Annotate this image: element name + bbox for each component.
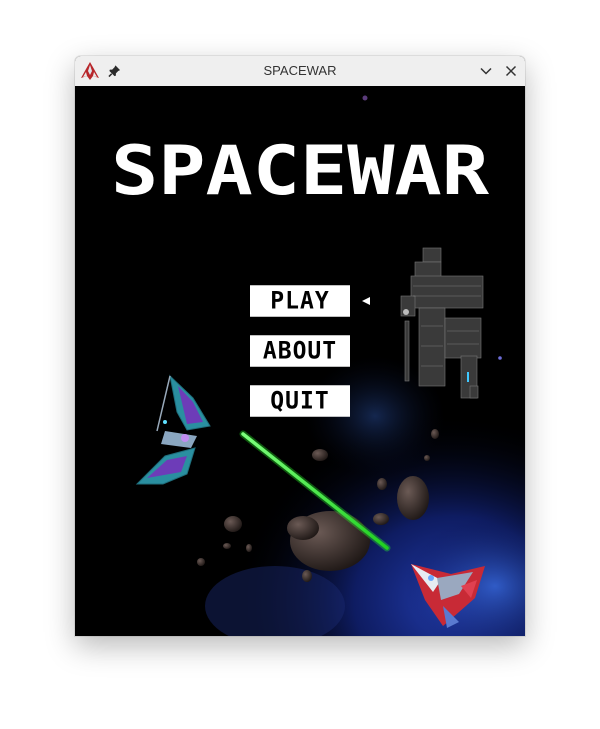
game-title-text: SPACEWAR <box>111 132 489 208</box>
play-button[interactable]: PLAY <box>250 285 350 317</box>
window-title: SPACEWAR <box>263 63 337 78</box>
about-button[interactable]: ABOUT <box>250 335 350 367</box>
quit-button[interactable]: QUIT <box>250 385 350 417</box>
chevron-down-icon[interactable] <box>479 64 493 78</box>
triangle-left-icon <box>362 297 370 305</box>
game-canvas[interactable]: SPACEWAR PLAY ABOUT QUIT <box>75 86 525 636</box>
close-icon[interactable] <box>504 64 518 78</box>
game-title: SPACEWAR <box>111 132 489 208</box>
game-window: SPACEWAR SPACEWAR PLAY ABOUT QUIT <box>75 56 525 636</box>
title-bar[interactable]: SPACEWAR <box>75 56 525 87</box>
